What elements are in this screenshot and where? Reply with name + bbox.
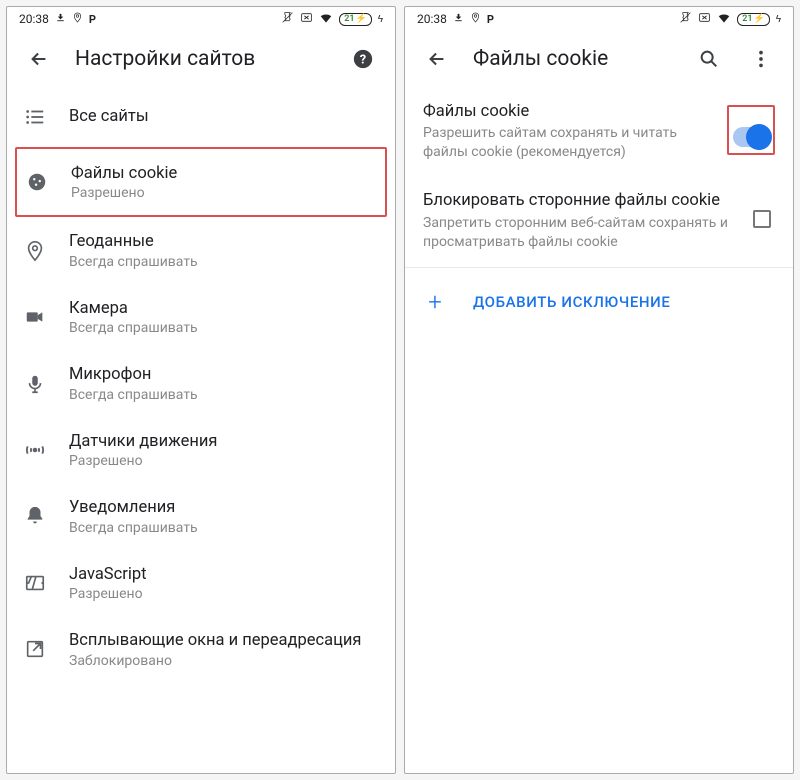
- location-icon: [23, 240, 47, 262]
- popup-icon: [23, 638, 47, 660]
- setting-sub: Всегда спрашивать: [69, 387, 377, 403]
- list-icon: [23, 106, 47, 128]
- app-bar: Настройки сайтов ?: [7, 31, 395, 87]
- setting-allow-cookies[interactable]: Файлы cookie Разрешить сайтам сохранять …: [405, 87, 793, 176]
- x-box-icon: [698, 11, 711, 27]
- setting-label: Датчики движения: [69, 431, 377, 452]
- help-button[interactable]: ?: [347, 43, 379, 75]
- js-icon: [23, 572, 47, 594]
- svg-text:?: ?: [360, 53, 366, 68]
- divider: [405, 267, 793, 268]
- charge-icon: ϟ: [378, 14, 383, 25]
- status-bar: 20:38 P 21⚡ ϟ: [405, 7, 793, 31]
- setting-label: Все сайты: [69, 106, 377, 127]
- location-status-icon: [470, 12, 481, 26]
- cookie-settings: Файлы cookie Разрешить сайтам сохранять …: [405, 87, 793, 773]
- page-title: Настройки сайтов: [75, 47, 327, 71]
- setting-label: Всплывающие окна и переадресация: [69, 630, 377, 651]
- camera-icon: [23, 306, 47, 328]
- charge-icon: ϟ: [776, 14, 781, 25]
- setting-all-sites[interactable]: Все сайты: [7, 87, 395, 147]
- highlight-toggle: [727, 105, 775, 155]
- vibrate-icon: [281, 11, 294, 27]
- battery-icon: 21⚡: [339, 13, 372, 26]
- motion-icon: [23, 439, 47, 461]
- mic-icon: [23, 373, 47, 395]
- search-button[interactable]: [693, 43, 725, 75]
- setting-label: Файлы cookie: [423, 101, 713, 122]
- setting-label: Камера: [69, 298, 377, 319]
- setting-label: Уведомления: [69, 497, 377, 518]
- setting-notifications[interactable]: Уведомления Всегда спрашивать: [7, 483, 395, 549]
- setting-motion[interactable]: Датчики движения Разрешено: [7, 417, 395, 483]
- setting-sub: Всегда спрашивать: [69, 520, 377, 536]
- setting-mic[interactable]: Микрофон Всегда спрашивать: [7, 350, 395, 416]
- setting-camera[interactable]: Камера Всегда спрашивать: [7, 284, 395, 350]
- setting-popups[interactable]: Всплывающие окна и переадресация Заблоки…: [7, 616, 395, 682]
- vibrate-icon: [679, 11, 692, 27]
- setting-javascript[interactable]: JavaScript Разрешено: [7, 550, 395, 616]
- settings-list: Все сайты Файлы cookie Разрешено Геоданн…: [7, 87, 395, 773]
- cookies-toggle[interactable]: [733, 127, 769, 147]
- phone-left: 20:38 P 21⚡ ϟ Настройки: [6, 6, 396, 774]
- location-status-icon: [72, 12, 83, 26]
- block-thirdparty-checkbox[interactable]: [753, 210, 771, 228]
- setting-sub: Разрешено: [69, 586, 377, 602]
- highlight-cookies: Файлы cookie Разрешено: [15, 147, 387, 217]
- parking-icon: P: [487, 13, 494, 26]
- setting-label: JavaScript: [69, 564, 377, 585]
- setting-label: Геоданные: [69, 231, 377, 252]
- back-button[interactable]: [23, 43, 55, 75]
- x-box-icon: [300, 11, 313, 27]
- setting-label: Блокировать сторонние файлы cookie: [423, 190, 739, 211]
- battery-icon: 21⚡: [737, 13, 770, 26]
- setting-sub: Всегда спрашивать: [69, 254, 377, 270]
- download-icon: [453, 12, 464, 26]
- setting-label: Файлы cookie: [71, 163, 375, 184]
- setting-label: Микрофон: [69, 364, 377, 385]
- more-button[interactable]: [745, 43, 777, 75]
- cookie-icon: [25, 171, 49, 193]
- setting-sub: Разрешено: [71, 185, 375, 201]
- page-title: Файлы cookie: [473, 47, 673, 71]
- bell-icon: [23, 505, 47, 527]
- setting-sub: Запретить сторонним веб-сайтам сохранять…: [423, 214, 739, 252]
- setting-sub: Разрешено: [69, 453, 377, 469]
- download-icon: [55, 12, 66, 26]
- add-exception-button[interactable]: + ДОБАВИТЬ ИСКЛЮЧЕНИЕ: [405, 270, 793, 334]
- wifi-icon: [717, 11, 731, 28]
- setting-sub: Всегда спрашивать: [69, 320, 377, 336]
- setting-block-thirdparty[interactable]: Блокировать сторонние файлы cookie Запре…: [405, 176, 793, 265]
- setting-sub: Разрешить сайтам сохранять и читать файл…: [423, 124, 713, 162]
- phone-right: 20:38 P 21⚡ ϟ Файлы cook: [404, 6, 794, 774]
- back-button[interactable]: [421, 43, 453, 75]
- wifi-icon: [319, 11, 333, 28]
- plus-icon: +: [423, 288, 447, 316]
- parking-icon: P: [89, 13, 96, 26]
- setting-cookies[interactable]: Файлы cookie Разрешено: [17, 149, 385, 215]
- add-exception-label: ДОБАВИТЬ ИСКЛЮЧЕНИЕ: [473, 293, 670, 311]
- status-bar: 20:38 P 21⚡ ϟ: [7, 7, 395, 31]
- setting-location[interactable]: Геоданные Всегда спрашивать: [7, 217, 395, 283]
- status-time: 20:38: [19, 12, 49, 26]
- setting-sub: Заблокировано: [69, 653, 377, 669]
- app-bar: Файлы cookie: [405, 31, 793, 87]
- status-time: 20:38: [417, 12, 447, 26]
